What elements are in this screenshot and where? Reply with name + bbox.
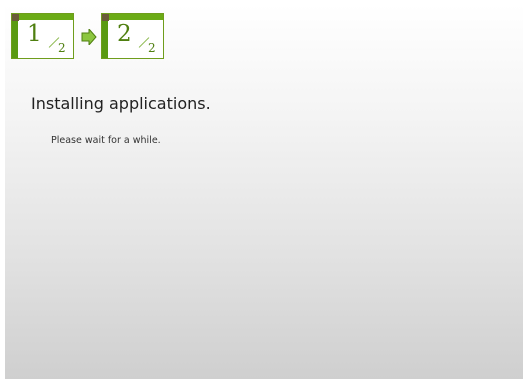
step-box-top-bar <box>102 14 163 20</box>
step-2-total: 2 <box>148 41 156 55</box>
step-2-number: 2 <box>117 21 132 47</box>
step-box-corner <box>12 14 19 21</box>
step-box-corner <box>102 14 109 21</box>
page-title: Installing applications. <box>31 94 211 113</box>
installer-screen: 1 2 2 2 Installing applications. Please … <box>5 4 523 379</box>
right-arrow-icon <box>81 29 97 45</box>
step-1-box: 1 2 <box>11 13 74 59</box>
status-message: Please wait for a while. <box>51 135 161 146</box>
step-2-box: 2 2 <box>101 13 164 59</box>
step-1-number: 1 <box>27 21 42 47</box>
step-1-total: 2 <box>58 41 66 55</box>
step-box-top-bar <box>12 14 73 20</box>
